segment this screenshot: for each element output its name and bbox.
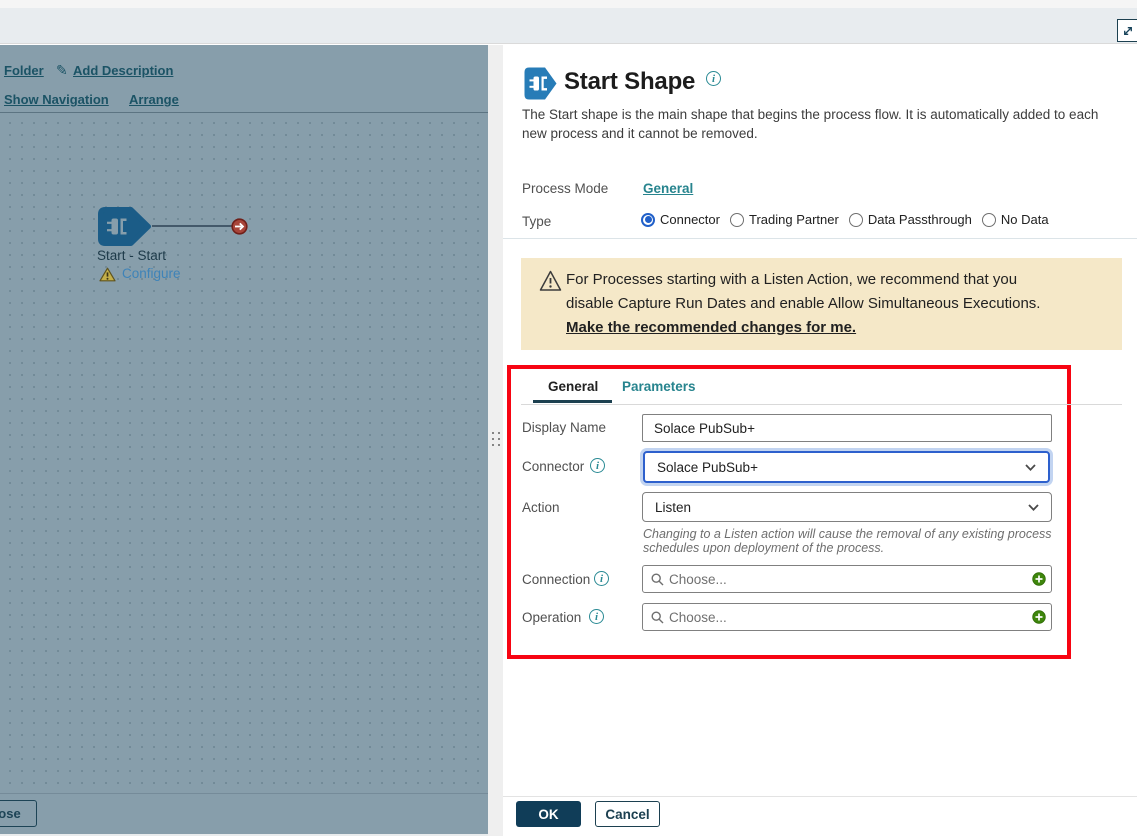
connector-info-icon[interactable]: i — [590, 458, 605, 473]
chevron-down-icon — [1028, 504, 1039, 511]
operation-placeholder: Choose... — [669, 610, 1027, 625]
radio-no-data-label: No Data — [1001, 212, 1049, 227]
process-mode-link[interactable]: General — [643, 181, 693, 196]
configure-link[interactable]: Configure — [122, 266, 181, 281]
action-note-line2: schedules upon deployment of the process… — [643, 541, 884, 555]
connection-label: Connection — [522, 572, 590, 587]
ok-button[interactable]: OK — [516, 801, 581, 827]
tab-active-underline — [533, 400, 612, 403]
tab-general[interactable]: General — [548, 379, 598, 394]
stop-endpoint-icon[interactable] — [231, 218, 248, 235]
warning-banner: For Processes starting with a Listen Act… — [521, 258, 1122, 350]
action-select-value: Listen — [655, 500, 691, 515]
add-operation-icon[interactable] — [1032, 610, 1046, 624]
radio-no-data[interactable]: No Data — [982, 212, 1049, 227]
radio-connector[interactable]: Connector — [641, 212, 720, 227]
dialog-description-line1: The Start shape is the main shape that b… — [522, 107, 1098, 122]
connection-info-icon[interactable]: i — [594, 571, 609, 586]
add-description-link[interactable]: Add Description — [73, 63, 173, 78]
canvas-bottom-separator — [0, 793, 488, 794]
operation-label: Operation — [522, 610, 581, 625]
top-bar — [0, 0, 1137, 44]
show-navigation-link[interactable]: Show Navigation — [4, 92, 109, 107]
dialog-title: Start Shape — [564, 68, 695, 96]
expand-icon — [1122, 25, 1134, 37]
radio-data-passthrough-control[interactable] — [849, 213, 863, 227]
connector-line — [152, 225, 232, 227]
search-icon — [651, 611, 664, 624]
process-canvas-panel: Folder ✎ Add Description Show Navigation… — [0, 45, 488, 836]
section-divider — [503, 238, 1137, 239]
action-select[interactable]: Listen — [642, 492, 1052, 522]
operation-info-icon[interactable]: i — [589, 609, 604, 624]
type-radio-group: Connector Trading Partner Data Passthrou… — [641, 212, 1049, 227]
panel-resizer[interactable] — [488, 45, 503, 836]
expand-button[interactable] — [1117, 19, 1137, 42]
close-button[interactable]: Close — [0, 800, 37, 827]
display-name-input[interactable] — [642, 414, 1052, 442]
title-info-icon[interactable]: i — [706, 71, 721, 86]
resizer-grip-icon — [492, 432, 500, 449]
connection-picker[interactable]: Choose... — [642, 565, 1052, 593]
connector-label: Connector — [522, 459, 584, 474]
radio-connector-control[interactable] — [641, 213, 655, 227]
cancel-button[interactable]: Cancel — [595, 801, 660, 827]
add-connection-icon[interactable] — [1032, 572, 1046, 586]
folder-link[interactable]: Folder — [4, 63, 44, 78]
process-mode-label: Process Mode — [522, 181, 608, 196]
warning-banner-icon — [539, 269, 562, 293]
radio-no-data-control[interactable] — [982, 213, 996, 227]
start-shape-icon — [523, 66, 558, 101]
warning-triangle-icon — [99, 267, 116, 282]
dialog-description-line2: new process and it cannot be removed. — [522, 126, 758, 141]
edit-pencil-icon: ✎ — [56, 62, 68, 79]
connector-select[interactable]: Solace PubSub+ — [643, 451, 1050, 483]
warning-text-line2: disable Capture Run Dates and enable All… — [566, 292, 1040, 316]
warning-text-line1: For Processes starting with a Listen Act… — [566, 268, 1017, 292]
type-label: Type — [522, 214, 551, 229]
search-icon — [651, 573, 664, 586]
action-note-line1: Changing to a Listen action will cause t… — [643, 527, 1052, 541]
connection-placeholder: Choose... — [669, 572, 1027, 587]
tab-bottom-line — [521, 404, 1122, 405]
top-strip — [0, 0, 1137, 8]
radio-connector-label: Connector — [660, 212, 720, 227]
radio-trading-partner-label: Trading Partner — [749, 212, 839, 227]
shape-name-label: Start - Start — [97, 248, 166, 263]
operation-picker[interactable]: Choose... — [642, 603, 1052, 631]
chevron-down-icon — [1025, 464, 1036, 471]
radio-data-passthrough[interactable]: Data Passthrough — [849, 212, 972, 227]
radio-trading-partner-control[interactable] — [730, 213, 744, 227]
start-shape[interactable] — [97, 206, 153, 247]
warning-action-link[interactable]: Make the recommended changes for me. — [566, 316, 856, 340]
display-name-label: Display Name — [522, 420, 606, 435]
action-label: Action — [522, 500, 560, 515]
radio-data-passthrough-label: Data Passthrough — [868, 212, 972, 227]
start-shape-dialog: Start Shape i The Start shape is the mai… — [503, 45, 1137, 836]
arrange-link[interactable]: Arrange — [129, 92, 179, 107]
tab-parameters[interactable]: Parameters — [622, 379, 696, 394]
process-canvas[interactable] — [0, 113, 488, 793]
footer-divider — [503, 796, 1137, 797]
radio-trading-partner[interactable]: Trading Partner — [730, 212, 839, 227]
connector-select-value: Solace PubSub+ — [657, 460, 758, 475]
